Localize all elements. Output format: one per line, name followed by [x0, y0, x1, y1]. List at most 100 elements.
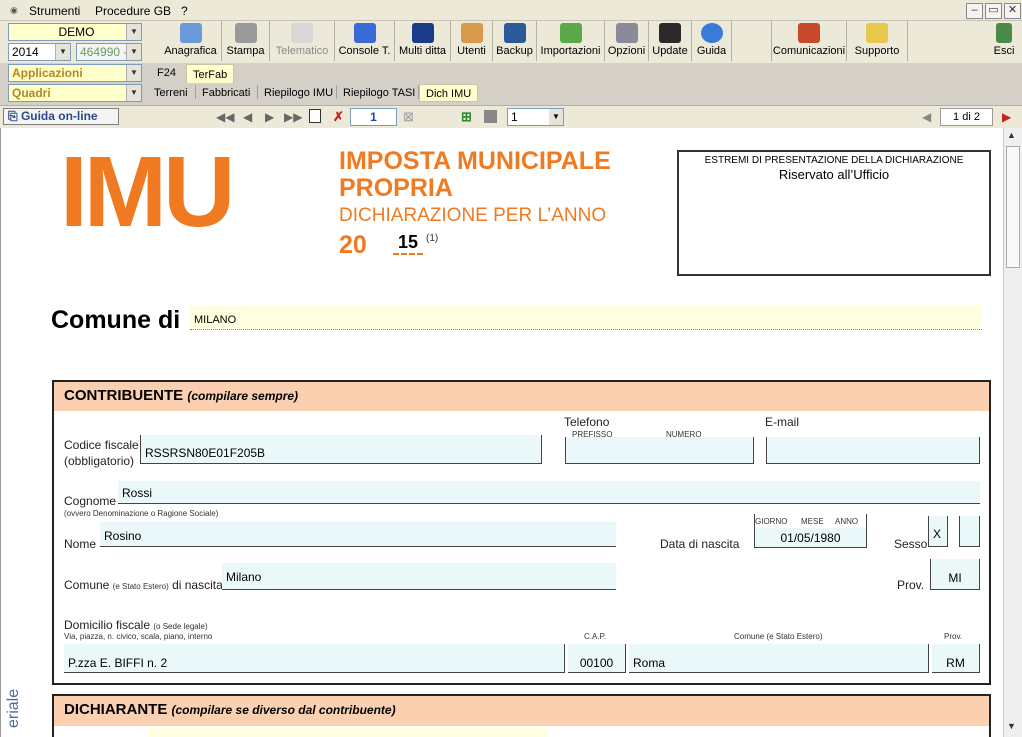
tab-dich-imu[interactable]: Dich IMU: [419, 84, 479, 102]
comunicazioni-button[interactable]: Comunicazioni: [771, 21, 847, 61]
import-icon: [559, 23, 582, 43]
chevron-down-icon: ▼: [126, 44, 141, 60]
imu-logo: IMU: [60, 142, 235, 242]
importazioni-button[interactable]: Importazioni: [537, 21, 605, 61]
nome-field[interactable]: Rosino: [100, 522, 616, 547]
dichiarante-note: (compilare se diverso dal contribuente): [171, 703, 396, 717]
clear-icon[interactable]: ⊠: [403, 109, 414, 125]
guida-button[interactable]: Guida: [692, 21, 732, 61]
utenti-button[interactable]: Utenti: [451, 21, 493, 61]
comunicazioni-icon: [798, 23, 820, 43]
tab-terfab[interactable]: TerFab: [186, 64, 235, 83]
help-icon: [700, 23, 723, 43]
update-icon: [659, 23, 681, 43]
year-prefix: 20: [339, 231, 367, 259]
comune-field[interactable]: MILANO: [190, 306, 982, 330]
code-value: 464990 -: [80, 45, 128, 59]
menu-help[interactable]: ?: [181, 4, 188, 18]
update-button[interactable]: Update: [649, 21, 692, 61]
last-page-icon[interactable]: ▶▶: [284, 110, 302, 124]
tab-terreni[interactable]: Terreni: [148, 83, 194, 103]
email-field[interactable]: [766, 437, 980, 464]
domicilio-label-text: Domicilio fiscale: [64, 618, 151, 632]
telematico-button[interactable]: Telematico: [270, 21, 335, 61]
scroll-down-icon[interactable]: ▼: [1007, 721, 1016, 731]
menu-strumenti[interactable]: Strumenti: [29, 4, 80, 18]
quadri-select[interactable]: Quadri ▼: [8, 84, 142, 102]
prev-page-icon[interactable]: ◀: [243, 110, 252, 124]
year-select[interactable]: 2014 ▼: [8, 43, 71, 61]
dichiarante-field[interactable]: [148, 728, 548, 737]
delete-page-icon[interactable]: ✗: [333, 109, 344, 125]
comune-nascita-field[interactable]: Milano: [222, 563, 616, 590]
cap-field[interactable]: 00100: [568, 644, 626, 673]
prev-form-icon[interactable]: ◀: [922, 110, 931, 124]
tab-fabbricati[interactable]: Fabbricati: [196, 83, 256, 103]
first-page-icon[interactable]: ◀◀: [216, 110, 234, 124]
backup-button[interactable]: Backup: [493, 21, 537, 61]
vertical-scrollbar[interactable]: ▲ ▼: [1003, 128, 1022, 737]
telefono-label: Telefono: [564, 415, 610, 429]
tab-riepilogo-tasi[interactable]: Riepilogo TASI: [337, 83, 421, 103]
contribuente-note: (compilare sempre): [187, 389, 299, 403]
add-row-icon[interactable]: ⊞: [461, 109, 472, 125]
menu-procedure-gb[interactable]: Procedure GB: [95, 4, 171, 18]
new-page-icon[interactable]: [309, 109, 321, 123]
via-field[interactable]: P.zza E. BIFFI n. 2: [64, 644, 565, 673]
close-icon[interactable]: ✕: [1004, 3, 1021, 19]
comune-nascita-label: Comune (e Stato Estero) di nascita: [64, 578, 223, 592]
esci-button[interactable]: Esci: [988, 21, 1020, 61]
sesso-field-f[interactable]: [959, 516, 980, 547]
opzioni-label: Opzioni: [607, 45, 646, 57]
page-input[interactable]: 1: [350, 108, 397, 126]
comune-nascita-label2: di nascita: [172, 578, 223, 592]
prov-domicilio-field[interactable]: RM: [932, 644, 980, 673]
multi-ditta-label: Multi ditta: [398, 45, 447, 57]
console-button[interactable]: Console T.: [335, 21, 395, 61]
wrench-icon: [615, 23, 638, 43]
cap-label: C.A.P.: [584, 632, 607, 641]
users-icon: [460, 23, 483, 43]
restore-icon[interactable]: ▭: [985, 3, 1002, 19]
cognome-field[interactable]: Rossi: [118, 481, 980, 504]
next-page-icon[interactable]: ▶: [265, 110, 274, 124]
form-title-line1: IMPOSTA MUNICIPALE: [339, 147, 611, 175]
scroll-up-icon[interactable]: ▲: [1007, 130, 1016, 140]
supporto-button[interactable]: Supporto: [847, 21, 908, 61]
multi-ditta-button[interactable]: Multi ditta: [395, 21, 451, 61]
applicazioni-select[interactable]: Applicazioni ▼: [8, 64, 142, 82]
company-select[interactable]: DEMO ▼: [8, 23, 142, 41]
sesso-field-m[interactable]: X: [928, 516, 948, 547]
comune-nascita-small: (e Stato Estero): [112, 582, 169, 591]
next-form-icon[interactable]: ▶: [1002, 110, 1011, 124]
prov-nascita-field[interactable]: MI: [930, 559, 980, 590]
prov-nascita-label: Prov.: [897, 578, 925, 592]
toolbar: DEMO ▼ 2014 ▼ 464990 - ▼ Anagrafica Stampa …: [0, 21, 1022, 63]
page-select-value: 1: [511, 110, 518, 124]
comune-domicilio-field[interactable]: Roma: [629, 644, 929, 673]
telefono-field[interactable]: [565, 437, 754, 464]
office-subtitle: Riservato all’Ufficio: [778, 167, 890, 182]
cognome-label: Cognome: [64, 494, 117, 508]
nome-label: Nome: [64, 537, 97, 551]
year-field[interactable]: 15: [393, 232, 423, 255]
stampa-button[interactable]: Stampa: [222, 21, 270, 61]
navigation-bar: ⎘ Guida on-line ◀◀ ◀ ▶ ▶▶ ✗ 1 ⊠ ⊞ 1 ▼ ◀ 1…: [0, 105, 1022, 128]
anagrafica-button[interactable]: Anagrafica: [160, 21, 222, 61]
guida-online-button[interactable]: ⎘ Guida on-line: [3, 108, 119, 125]
minimize-icon[interactable]: –: [966, 3, 983, 19]
code-select[interactable]: 464990 - ▼: [76, 43, 142, 61]
tab-riepilogo-imu[interactable]: Riepilogo IMU: [258, 83, 339, 103]
console-label: Console T.: [338, 45, 391, 57]
domicilio-small: (o Sede legale): [153, 622, 208, 631]
dichiarante-header: DICHIARANTE (compilare se diverso dal co…: [54, 696, 989, 726]
data-nascita-field[interactable]: 01/05/1980: [755, 528, 866, 547]
remove-row-icon[interactable]: [484, 110, 497, 123]
anno-label: ANNO: [835, 517, 859, 526]
scroll-thumb[interactable]: [1006, 146, 1020, 268]
opzioni-button[interactable]: Opzioni: [605, 21, 649, 61]
codice-fiscale-field[interactable]: RSSRSN80E01F205B: [140, 435, 542, 464]
page-select[interactable]: 1 ▼: [507, 108, 564, 126]
tab-f24[interactable]: F24: [151, 63, 182, 83]
stampa-label: Stampa: [226, 45, 265, 57]
